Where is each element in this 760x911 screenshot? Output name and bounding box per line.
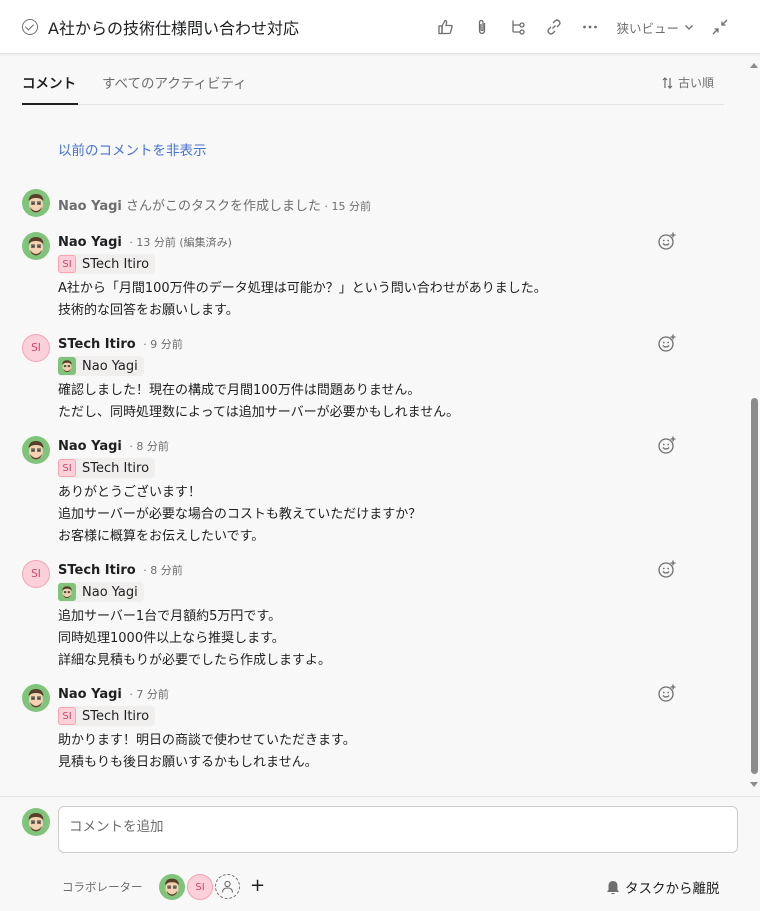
mention-avatar: SI	[58, 255, 76, 273]
tab-comments[interactable]: コメント	[22, 72, 76, 92]
narrow-view-dropdown[interactable]: 狭いビュー	[608, 9, 702, 45]
collapse-icon[interactable]	[702, 9, 738, 45]
add-reaction-icon[interactable]	[657, 435, 677, 455]
add-reaction-icon[interactable]	[657, 333, 677, 353]
scrollbar[interactable]	[749, 60, 760, 790]
mention-chip[interactable]: SI STech Itiro	[58, 254, 156, 274]
tab-all-activity[interactable]: すべてのアクティビティ	[102, 72, 247, 92]
comment-text-line: ありがとうございます！	[58, 485, 202, 500]
mention-name: STech Itiro	[82, 460, 150, 476]
current-user-avatar	[22, 808, 50, 836]
comment-author: STech Itiro · 8 分前	[58, 562, 183, 578]
comment-text-line: A社から「月間100万件のデータ処理は可能か？」という問い合わせがありました。	[58, 281, 547, 296]
comment-time: · 13 分前 (編集済み)	[129, 236, 232, 249]
comment-text-line: 助かります！明日の商談で使わせていただきます。	[58, 733, 356, 748]
add-reaction-icon[interactable]	[657, 559, 677, 579]
mention-avatar: SI	[58, 459, 76, 477]
comment-time: · 7 分前	[129, 688, 169, 701]
subtask-icon[interactable]	[500, 9, 536, 45]
comment-author: Nao Yagi · 8 分前	[58, 438, 169, 454]
chevron-down-icon	[685, 25, 693, 30]
comment-text-line: お客様に概算をお伝えしたいです。	[58, 529, 265, 544]
comment-text-line: 追加サーバーが必要な場合のコストも教えていただけますか？	[58, 507, 422, 522]
comment-time: · 9 分前	[143, 338, 183, 351]
activity-author[interactable]: Nao Yagi	[58, 199, 122, 214]
comment-time: · 8 分前	[129, 440, 169, 453]
active-tab-indicator	[22, 103, 78, 105]
comment-text-line: 技術的な回答をお願いします。	[58, 303, 239, 318]
task-header: A社からの技術仕様問い合わせ対応 狭いビュー	[0, 0, 760, 54]
mention-name: STech Itiro	[82, 256, 150, 272]
task-title[interactable]: A社からの技術仕様問い合わせ対応	[48, 15, 299, 39]
comment-text-line: 追加サーバー1台で月額約5万円です。	[58, 609, 282, 624]
comment-time: · 8 分前	[143, 564, 183, 577]
header-toolbar: 狭いビュー	[428, 0, 738, 54]
mention-chip[interactable]: SI STech Itiro	[58, 458, 156, 478]
comment-text-line: 見積もりも後日お願いするかもしれません。	[58, 755, 318, 770]
comment-author-name[interactable]: Nao Yagi	[58, 439, 122, 454]
attachment-icon[interactable]	[464, 9, 500, 45]
mention-name: Nao Yagi	[82, 358, 138, 374]
leave-task-button[interactable]: タスクから離脱	[606, 877, 720, 897]
avatar[interactable]: SI	[22, 560, 50, 588]
tab-comments-label: コメント	[22, 76, 76, 92]
comment-composer: コメントを追加 コラボレーター SI + タスクから離脱	[0, 796, 760, 911]
mention-chip[interactable]: Nao Yagi	[58, 356, 144, 376]
avatar[interactable]	[22, 189, 50, 217]
comment-author: STech Itiro · 9 分前	[58, 336, 183, 352]
activity-feed: コメント すべてのアクティビティ 古い順 以前のコメントを非表示 Nao Yag…	[0, 54, 760, 796]
narrow-view-label: 狭いビュー	[616, 20, 679, 36]
mention-avatar: SI	[58, 707, 76, 725]
mention-name: Nao Yagi	[82, 584, 138, 600]
avatar[interactable]	[22, 684, 50, 712]
like-icon[interactable]	[428, 9, 464, 45]
add-reaction-icon[interactable]	[657, 231, 677, 251]
comment-text-line: ただし、同時処理数によっては追加サーバーが必要かもしれません。	[58, 405, 460, 420]
link-icon[interactable]	[536, 9, 572, 45]
sort-label: 古い順	[677, 76, 714, 90]
sort-icon	[662, 76, 673, 89]
comment-input[interactable]: コメントを追加	[58, 806, 738, 853]
complete-check-icon[interactable]	[22, 18, 38, 35]
mention-avatar	[58, 357, 76, 375]
avatar[interactable]	[22, 436, 50, 464]
comment-author-name[interactable]: Nao Yagi	[58, 687, 122, 702]
scroll-down-arrow[interactable]	[750, 782, 758, 787]
avatar[interactable]: SI	[22, 334, 50, 362]
more-options-icon[interactable]	[572, 9, 608, 45]
scroll-up-arrow[interactable]	[750, 63, 758, 68]
plus-icon[interactable]: +	[250, 877, 265, 895]
comment-author-name[interactable]: Nao Yagi	[58, 235, 122, 250]
add-reaction-icon[interactable]	[657, 683, 677, 703]
mention-chip[interactable]: SI STech Itiro	[58, 706, 156, 726]
mention-chip[interactable]: Nao Yagi	[58, 582, 144, 602]
mention-avatar	[58, 583, 76, 601]
mention-name: STech Itiro	[82, 708, 150, 724]
scroll-thumb[interactable]	[751, 398, 758, 774]
collaborator-avatar[interactable]: SI	[187, 874, 213, 900]
activity-created-task: Nao Yagi さんがこのタスクを作成しました · 15 分前	[58, 195, 371, 214]
sort-button[interactable]: 古い順	[662, 74, 714, 91]
comment-author-name[interactable]: STech Itiro	[58, 337, 136, 352]
activity-text: さんがこのタスクを作成しました	[121, 199, 322, 214]
add-collaborator-icon[interactable]	[215, 874, 240, 899]
activity-tabs: コメント すべてのアクティビティ 古い順	[22, 54, 724, 105]
bell-icon	[607, 880, 619, 894]
comment-text-line: 同時処理1000件以上なら推奨します。	[58, 631, 285, 646]
comment-author-name[interactable]: STech Itiro	[58, 563, 136, 578]
collaborator-avatar[interactable]	[159, 874, 185, 900]
comment-author: Nao Yagi · 13 分前 (編集済み)	[58, 234, 232, 250]
activity-time: · 15 分前	[321, 200, 372, 213]
comment-author: Nao Yagi · 7 分前	[58, 686, 169, 702]
collaborators-label: コラボレーター	[62, 880, 143, 894]
avatar[interactable]	[22, 232, 50, 260]
hide-previous-comments-link[interactable]: 以前のコメントを非表示	[58, 139, 207, 159]
comment-text-line: 確認しました！現在の構成で月間100万件は問題ありません。	[58, 383, 421, 398]
comment-text-line: 詳細な見積もりが必要でしたら作成しますよ。	[58, 653, 332, 668]
leave-task-label: タスクから離脱	[625, 881, 720, 897]
